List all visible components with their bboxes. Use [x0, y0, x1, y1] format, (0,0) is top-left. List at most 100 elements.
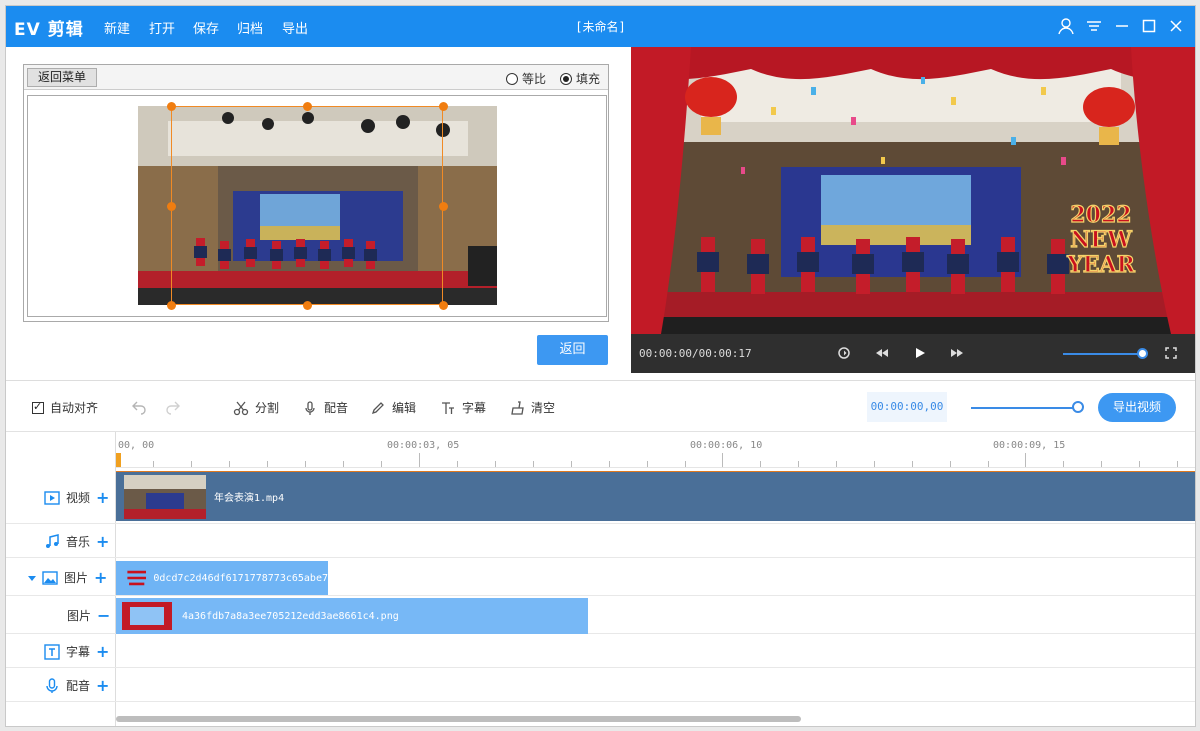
- redo-icon[interactable]: [165, 399, 181, 415]
- fill-radio[interactable]: 填充: [559, 70, 600, 87]
- clear-button[interactable]: 清空: [509, 399, 555, 416]
- image-clip-1-thumbnail: [124, 566, 150, 590]
- rewind-icon[interactable]: [874, 345, 890, 361]
- add-dub-button[interactable]: +: [96, 676, 109, 695]
- skin-icon[interactable]: [1084, 16, 1104, 36]
- edit-button[interactable]: 编辑: [370, 399, 416, 416]
- zoom-slider[interactable]: [971, 407, 1081, 409]
- ruler-minor-tick: [267, 461, 268, 467]
- crop-header: 返回菜单 等比 填充: [24, 65, 608, 90]
- ratio-radio[interactable]: 等比: [505, 70, 546, 87]
- fast-forward-icon[interactable]: [949, 345, 965, 361]
- music-track-header: 音乐 +: [44, 532, 109, 551]
- fill-radio-dot[interactable]: [559, 72, 572, 85]
- crop-handle-r[interactable]: [438, 201, 448, 211]
- ruler-minor-tick: [533, 461, 534, 467]
- timecode-display[interactable]: 00:00:00,00: [867, 392, 947, 422]
- player-controls: 00:00:00/00:00:17: [631, 334, 1195, 373]
- crop-handle-tr[interactable]: [438, 101, 448, 111]
- crop-handle-b[interactable]: [302, 300, 312, 310]
- zoom-knob[interactable]: [1072, 401, 1084, 413]
- playback-time: 00:00:00/00:00:17: [639, 347, 752, 360]
- video-clip-thumbnail: [124, 474, 206, 519]
- crop-canvas[interactable]: [27, 95, 607, 317]
- ruler-label-0: 00, 00: [118, 440, 155, 451]
- add-subtitle-button[interactable]: +: [96, 642, 109, 661]
- play-icon[interactable]: [912, 345, 928, 361]
- minimize-icon[interactable]: [1112, 16, 1132, 36]
- user-icon[interactable]: [1056, 16, 1076, 36]
- volume-knob[interactable]: [1137, 348, 1148, 359]
- crop-frame[interactable]: [171, 106, 443, 305]
- auto-align-checkbox[interactable]: [32, 400, 44, 414]
- export-video-button[interactable]: 导出视频: [1098, 393, 1176, 422]
- preview-video-frame[interactable]: 2022 NEW YEAR: [631, 47, 1196, 334]
- ruler-minor-tick: [381, 461, 382, 467]
- ruler-minor-tick: [798, 461, 799, 467]
- close-icon[interactable]: [1166, 16, 1186, 36]
- video-icon: [44, 490, 60, 505]
- image-track-1: 图片 + 0dcd7c2d46df6171778773c65abe7: [6, 558, 1195, 596]
- playhead[interactable]: [116, 453, 121, 467]
- ruler-minor-tick: [760, 461, 761, 467]
- crop-handle-bl[interactable]: [166, 300, 176, 310]
- text-icon: [442, 401, 454, 414]
- image-clip-1-name: 0dcd7c2d46df6171778773c65abe7: [153, 572, 328, 584]
- back-menu-button[interactable]: 返回菜单: [27, 68, 97, 87]
- volume-slider[interactable]: [1063, 353, 1143, 355]
- ruler-minor-tick: [950, 461, 951, 467]
- ratio-label: 等比: [521, 72, 546, 86]
- subtitle-button[interactable]: 字幕: [440, 399, 486, 416]
- return-button[interactable]: 返回: [537, 335, 608, 365]
- crop-handle-tl[interactable]: [166, 101, 176, 111]
- microphone-icon: [46, 677, 58, 693]
- crop-handle-l[interactable]: [166, 201, 176, 211]
- music-note-icon: [46, 533, 59, 548]
- split-button[interactable]: 分割: [233, 399, 279, 416]
- dub-button[interactable]: 配音: [302, 399, 348, 416]
- fullscreen-icon[interactable]: [1163, 345, 1179, 361]
- image-clip-1[interactable]: 0dcd7c2d46df6171778773c65abe7: [116, 561, 328, 595]
- timeline-scrollbar[interactable]: [116, 716, 801, 722]
- add-image-button[interactable]: +: [94, 568, 107, 587]
- ruler-major-tick: [722, 453, 723, 467]
- ratio-radio-dot[interactable]: [505, 72, 518, 85]
- ruler-label-1: 00:00:03, 05: [387, 440, 460, 451]
- overlay-year-text: 2022: [1070, 202, 1131, 228]
- ruler-minor-tick: [836, 461, 837, 467]
- timeline: 00, 00 00:00:03, 05 00:00:06, 10 00:00:0…: [6, 432, 1195, 726]
- remove-image-track-button[interactable]: −: [97, 606, 110, 625]
- dub-track: 配音 +: [6, 668, 1195, 702]
- ruler-minor-tick: [305, 461, 306, 467]
- undo-icon[interactable]: [131, 399, 147, 415]
- subtitle-track-label: 字幕: [66, 645, 91, 659]
- video-clip[interactable]: 年会表演1.mp4: [116, 471, 1195, 521]
- replay-icon[interactable]: [836, 345, 852, 361]
- clear-label: 清空: [531, 401, 556, 415]
- collapse-arrow-icon[interactable]: [28, 574, 36, 582]
- add-video-button[interactable]: +: [96, 488, 109, 507]
- ruler-major-tick: [419, 453, 420, 467]
- image-clip-2-name: 4a36fdb7a8a3ee705212edd3ae8661c4.png: [182, 610, 399, 622]
- subtitle-icon: [44, 643, 60, 660]
- image-track-2: 图片 − 4a36fdb7a8a3ee705212edd3ae8661c4.pn…: [6, 596, 1195, 634]
- ruler-minor-tick: [1101, 461, 1102, 467]
- ruler-minor-tick: [343, 461, 344, 467]
- add-music-button[interactable]: +: [96, 532, 109, 551]
- crop-handle-t[interactable]: [302, 101, 312, 111]
- ruler-minor-tick: [153, 461, 154, 467]
- image-clip-2[interactable]: 4a36fdb7a8a3ee705212edd3ae8661c4.png: [116, 598, 588, 634]
- ruler-label-2: 00:00:06, 10: [690, 440, 763, 451]
- image-icon: [42, 570, 58, 585]
- video-track-label: 视频: [66, 491, 91, 505]
- ruler-minor-tick: [457, 461, 458, 467]
- time-ruler[interactable]: 00, 00 00:00:03, 05 00:00:06, 10 00:00:0…: [116, 432, 1195, 468]
- maximize-icon[interactable]: [1139, 16, 1159, 36]
- auto-align-toggle[interactable]: 自动对齐: [32, 399, 98, 416]
- subtitle-track-header: 字幕 +: [44, 642, 109, 661]
- crop-handle-br[interactable]: [438, 300, 448, 310]
- title-bar: EV 剪辑 新建 打开 保存 归档 导出 [未命名]: [6, 6, 1195, 47]
- ruler-minor-tick: [191, 461, 192, 467]
- scissors-icon: [233, 401, 249, 415]
- image-track-2-label: 图片: [67, 609, 92, 623]
